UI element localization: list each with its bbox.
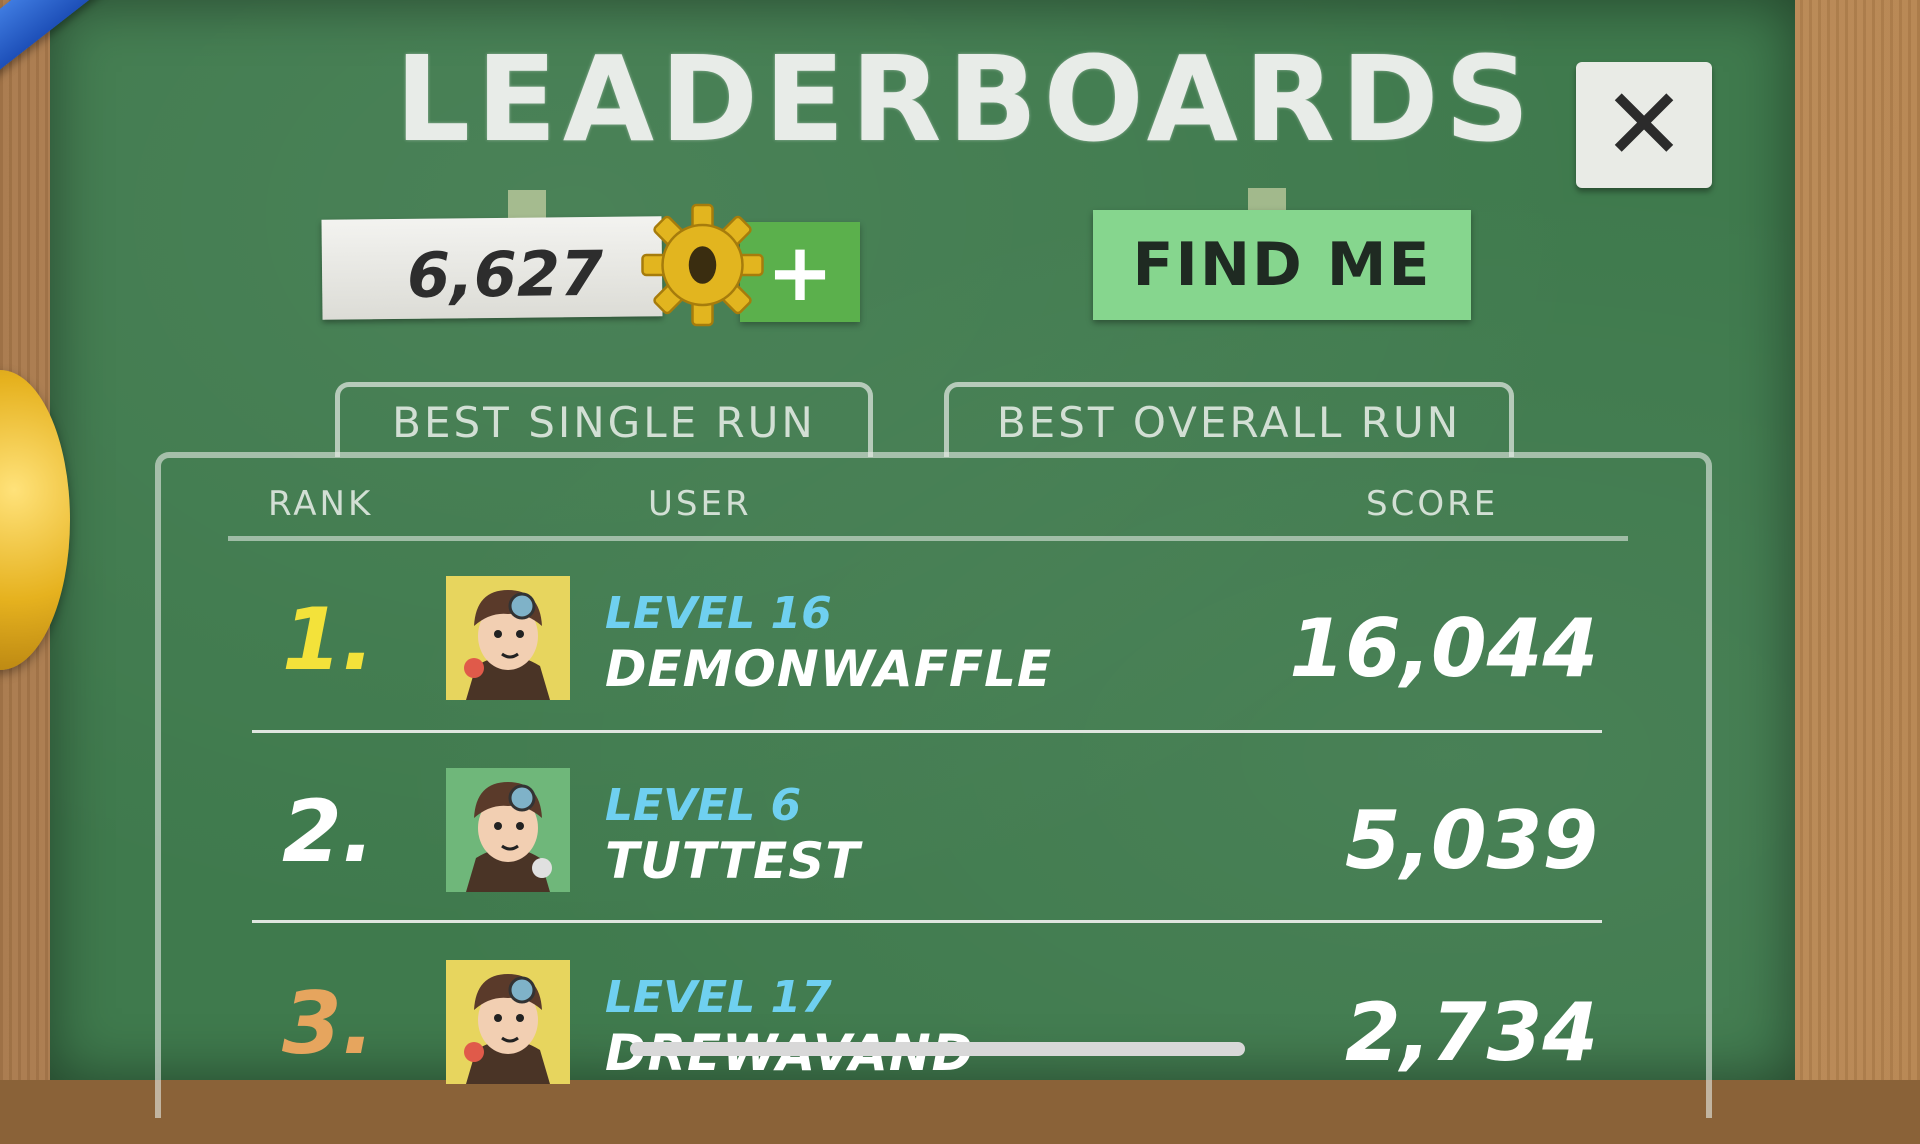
user-score: 2,734 xyxy=(1344,986,1598,1079)
column-header-rank: RANK xyxy=(268,484,374,524)
find-me-button[interactable]: FIND ME xyxy=(1093,210,1471,320)
row-divider xyxy=(252,730,1602,733)
row-divider xyxy=(252,920,1602,923)
rank-label: 1. xyxy=(282,590,375,690)
home-indicator[interactable] xyxy=(630,1042,1245,1056)
gear-coin-icon xyxy=(640,200,765,330)
avatar xyxy=(446,960,570,1084)
user-name: DEMONWAFFLE xyxy=(605,640,1053,698)
user-score: 16,044 xyxy=(1289,602,1598,695)
close-button[interactable]: ✕ xyxy=(1576,62,1712,188)
rank-label: 3. xyxy=(282,974,375,1074)
tab-best-overall-run[interactable]: BEST OVERALL RUN xyxy=(944,382,1514,457)
rank-label: 2. xyxy=(282,782,375,882)
column-header-user: USER xyxy=(648,484,752,524)
user-name: TUTTEST xyxy=(605,832,861,890)
user-level: LEVEL 16 xyxy=(605,588,832,639)
header-divider xyxy=(228,536,1628,541)
column-header-score: SCORE xyxy=(1366,484,1499,524)
currency-display: 6,627 xyxy=(321,216,663,320)
tab-best-single-run[interactable]: BEST SINGLE RUN xyxy=(335,382,873,457)
leaderboard-row[interactable]: 2. LEVEL 6 TUTTEST 5,039 xyxy=(0,762,1920,952)
currency-value: 6,627 xyxy=(406,236,604,312)
avatar xyxy=(446,768,570,892)
user-score: 5,039 xyxy=(1344,794,1598,887)
user-level: LEVEL 6 xyxy=(605,780,802,831)
avatar xyxy=(446,576,570,700)
user-level: LEVEL 17 xyxy=(605,972,832,1023)
page-title: LEADERBOARDS xyxy=(395,30,1536,168)
